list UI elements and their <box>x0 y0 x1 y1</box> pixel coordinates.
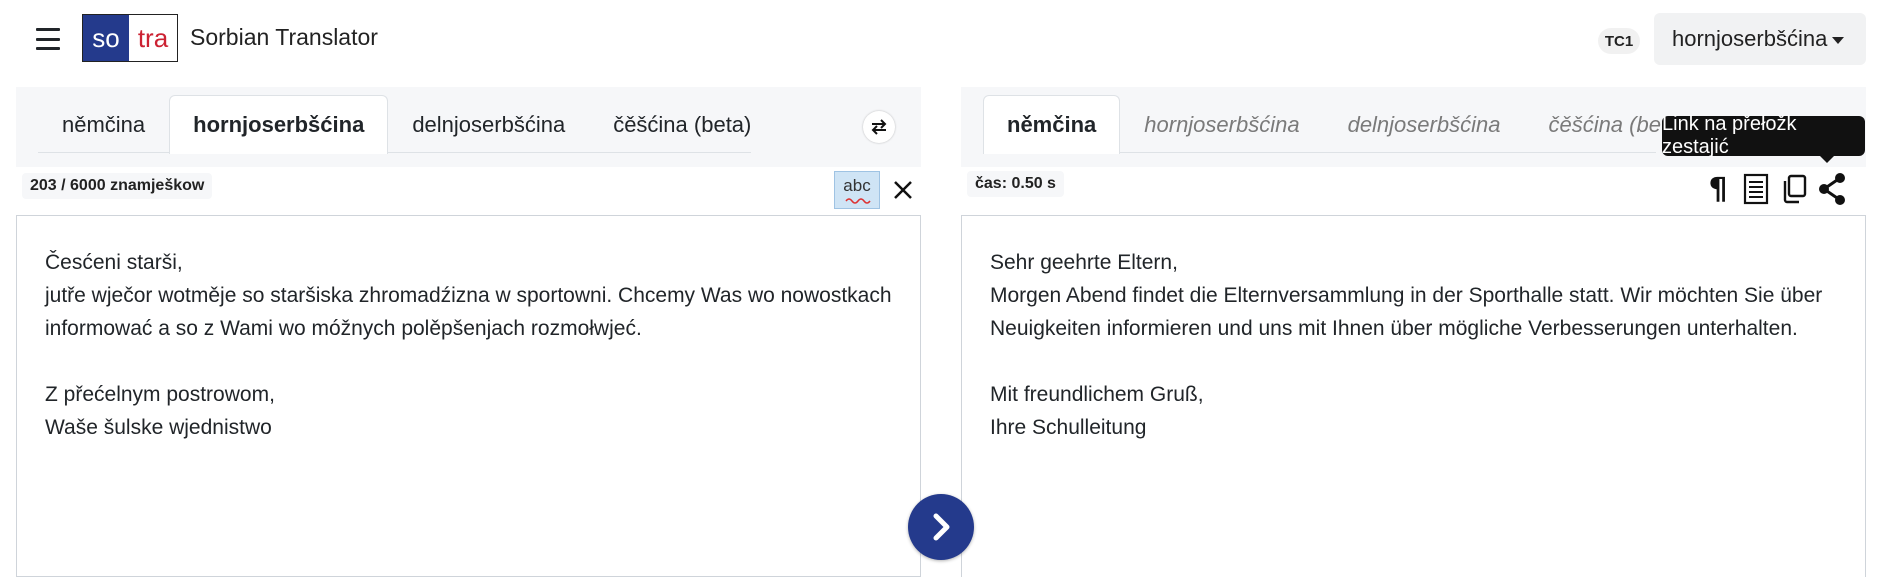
document-icon <box>1743 173 1769 205</box>
logo[interactable]: so tra <box>82 14 178 62</box>
source-tabbar: němčina hornjoserbšćina delnjoserbšćina … <box>16 87 921 167</box>
spellcheck-icon: abc <box>843 176 871 195</box>
translation-time: čas: 0.50 s <box>967 171 1064 197</box>
target-toolbar: ¶ <box>1702 169 1848 209</box>
target-tab-hornjoserbscina[interactable]: hornjoserbšćina <box>1120 95 1323 153</box>
source-tab-nemcina[interactable]: němčina <box>38 95 169 153</box>
source-tab-delnjoserbscina[interactable]: delnjoserbšćina <box>388 95 589 153</box>
swap-icon <box>871 119 887 135</box>
app-title: Sorbian Translator <box>190 24 378 50</box>
share-icon <box>1819 173 1845 205</box>
target-text-output: Sehr geehrte Eltern, Morgen Abend findet… <box>961 215 1866 577</box>
pilcrow-button[interactable]: ¶ <box>1702 169 1734 209</box>
source-text-input[interactable]: Česćeni starši, jutře wječor wotměje so … <box>16 215 921 577</box>
share-button[interactable] <box>1816 169 1848 209</box>
close-icon <box>894 181 912 199</box>
document-button[interactable] <box>1740 169 1772 209</box>
source-panel: němčina hornjoserbšćina delnjoserbšćina … <box>16 87 921 577</box>
translate-button[interactable] <box>908 494 974 560</box>
swap-languages-button[interactable] <box>863 111 895 143</box>
copy-button[interactable] <box>1778 169 1810 209</box>
ui-language-value: hornjoserbšćina <box>1672 26 1828 51</box>
logo-so: so <box>83 15 129 61</box>
source-tab-cescina[interactable]: čěšćina (beta) <box>589 95 775 153</box>
target-subbar: čas: 0.50 s ¶ <box>961 167 1866 215</box>
app-header: so tra Sorbian Translator TC1 hornjoserb… <box>0 0 1883 78</box>
share-tooltip: Link na přełožk zestajić <box>1662 113 1865 163</box>
caret-down-icon <box>1832 37 1844 44</box>
chevron-right-icon <box>933 513 950 541</box>
menu-icon[interactable] <box>36 28 60 50</box>
tc-badge: TC1 <box>1598 28 1640 54</box>
clear-text-button[interactable] <box>888 171 918 209</box>
squiggle-icon <box>845 198 871 204</box>
target-tab-nemcina[interactable]: němčina <box>983 95 1121 154</box>
source-language-tabs: němčina hornjoserbšćina delnjoserbšćina … <box>38 95 751 154</box>
source-subbar: 203 / 6000 znamješkow abc <box>16 167 921 215</box>
pilcrow-icon: ¶ <box>1708 171 1728 207</box>
copy-icon <box>1783 174 1807 204</box>
target-panel: němčina hornjoserbšćina delnjoserbšćina … <box>961 87 1866 577</box>
ui-language-select[interactable]: hornjoserbšćina <box>1654 13 1866 65</box>
spellcheck-button[interactable]: abc <box>834 171 880 209</box>
char-count: 203 / 6000 znamješkow <box>22 173 213 199</box>
logo-tra: tra <box>129 15 177 61</box>
target-tab-delnjoserbscina[interactable]: delnjoserbšćina <box>1324 95 1525 153</box>
target-language-tabs: němčina hornjoserbšćina delnjoserbšćina … <box>983 95 1687 154</box>
source-tab-hornjoserbscina[interactable]: hornjoserbšćina <box>169 95 389 154</box>
